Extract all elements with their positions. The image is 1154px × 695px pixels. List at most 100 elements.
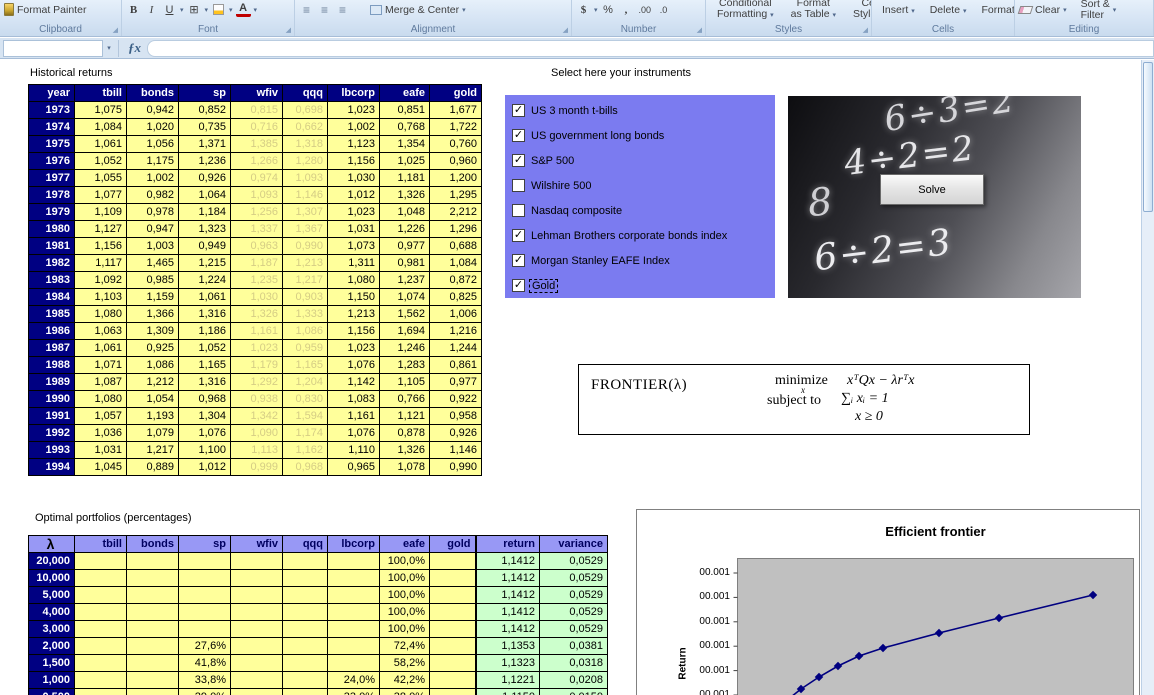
weight-cell[interactable] bbox=[430, 638, 476, 655]
column-header-year[interactable]: year bbox=[29, 85, 75, 102]
year-cell[interactable]: 1978 bbox=[29, 187, 75, 204]
data-cell[interactable]: 0,766 bbox=[380, 391, 430, 408]
data-cell[interactable]: 1,323 bbox=[179, 221, 231, 238]
data-cell[interactable]: 0,974 bbox=[231, 170, 283, 187]
data-cell[interactable]: 0,978 bbox=[127, 204, 179, 221]
instrument-item-nasdaq-composite[interactable]: Nasdaq composite bbox=[505, 198, 775, 223]
efficient-frontier-chart[interactable]: Efficient frontier Return 00.00100.00100… bbox=[636, 509, 1140, 695]
data-cell[interactable]: 0,925 bbox=[127, 340, 179, 357]
data-cell[interactable]: 0,760 bbox=[430, 136, 482, 153]
weight-cell[interactable] bbox=[127, 553, 179, 570]
data-cell[interactable]: 1,161 bbox=[328, 408, 380, 425]
data-cell[interactable]: 1,295 bbox=[430, 187, 482, 204]
data-cell[interactable]: 1,193 bbox=[127, 408, 179, 425]
align-center-icon[interactable]: ≡ bbox=[317, 1, 332, 18]
data-cell[interactable]: 1,045 bbox=[75, 459, 127, 476]
result-cell[interactable]: 1,1412 bbox=[476, 553, 540, 570]
data-cell[interactable]: 0,851 bbox=[380, 102, 430, 119]
data-cell[interactable]: 1,256 bbox=[231, 204, 283, 221]
data-cell[interactable]: 1,142 bbox=[328, 374, 380, 391]
borders-button[interactable]: ⊞ bbox=[187, 1, 202, 18]
data-cell[interactable]: 1,235 bbox=[231, 272, 283, 289]
data-cell[interactable]: 1,061 bbox=[179, 289, 231, 306]
weight-cell[interactable] bbox=[127, 587, 179, 604]
weight-cell[interactable] bbox=[283, 672, 328, 689]
weight-cell[interactable] bbox=[127, 570, 179, 587]
data-cell[interactable]: 1,093 bbox=[283, 170, 328, 187]
data-cell[interactable]: 1,123 bbox=[328, 136, 380, 153]
data-cell[interactable]: 1,086 bbox=[283, 323, 328, 340]
weight-cell[interactable] bbox=[283, 655, 328, 672]
weight-cell[interactable] bbox=[430, 655, 476, 672]
data-cell[interactable]: 1,307 bbox=[283, 204, 328, 221]
data-cell[interactable]: 0,999 bbox=[231, 459, 283, 476]
sort-filter-dropdown-icon[interactable]: ▾ bbox=[1113, 6, 1117, 14]
year-cell[interactable]: 1982 bbox=[29, 255, 75, 272]
data-cell[interactable]: 1,694 bbox=[380, 323, 430, 340]
data-cell[interactable]: 0,947 bbox=[127, 221, 179, 238]
year-cell[interactable]: 1985 bbox=[29, 306, 75, 323]
weight-cell[interactable] bbox=[231, 604, 283, 621]
data-cell[interactable]: 1,077 bbox=[75, 187, 127, 204]
data-cell[interactable]: 1,023 bbox=[231, 340, 283, 357]
data-cell[interactable]: 1,594 bbox=[283, 408, 328, 425]
data-cell[interactable]: 1,161 bbox=[231, 323, 283, 340]
styles-dialog-launcher-icon[interactable]: ◢ bbox=[863, 26, 868, 35]
data-cell[interactable]: 1,165 bbox=[179, 357, 231, 374]
accounting-format-button[interactable]: $ bbox=[576, 1, 591, 18]
data-cell[interactable]: 0,926 bbox=[179, 170, 231, 187]
weight-cell[interactable] bbox=[231, 672, 283, 689]
data-cell[interactable]: 1,146 bbox=[283, 187, 328, 204]
data-cell[interactable]: 1,030 bbox=[231, 289, 283, 306]
data-cell[interactable]: 1,117 bbox=[75, 255, 127, 272]
instrument-item-us-3-month-t-bills[interactable]: ✓US 3 month t-bills bbox=[505, 98, 775, 123]
checkbox-wilshire-500[interactable] bbox=[512, 179, 525, 192]
weight-cell[interactable] bbox=[231, 553, 283, 570]
weight-cell[interactable] bbox=[430, 689, 476, 695]
data-cell[interactable]: 1,371 bbox=[179, 136, 231, 153]
data-cell[interactable]: 0,735 bbox=[179, 119, 231, 136]
year-cell[interactable]: 1984 bbox=[29, 289, 75, 306]
data-cell[interactable]: 1,084 bbox=[75, 119, 127, 136]
ribbon-button-delete[interactable]: Delete ▾ bbox=[924, 4, 973, 16]
year-cell[interactable]: 1989 bbox=[29, 374, 75, 391]
data-cell[interactable]: 1,048 bbox=[380, 204, 430, 221]
data-cell[interactable]: 0,938 bbox=[231, 391, 283, 408]
result-cell[interactable]: 0,0529 bbox=[540, 587, 608, 604]
data-cell[interactable]: 0,965 bbox=[328, 459, 380, 476]
data-cell[interactable]: 1,076 bbox=[179, 425, 231, 442]
weight-cell[interactable] bbox=[328, 570, 380, 587]
weight-cell[interactable] bbox=[231, 689, 283, 695]
accounting-dropdown-icon[interactable]: ▾ bbox=[594, 6, 598, 14]
data-cell[interactable]: 1,159 bbox=[127, 289, 179, 306]
year-cell[interactable]: 1981 bbox=[29, 238, 75, 255]
result-cell[interactable]: 1,1150 bbox=[476, 689, 540, 695]
font-color-dropdown-icon[interactable]: ▾ bbox=[254, 6, 258, 14]
result-cell[interactable]: 1,1221 bbox=[476, 672, 540, 689]
font-dialog-launcher-icon[interactable]: ◢ bbox=[286, 26, 291, 35]
year-cell[interactable]: 1992 bbox=[29, 425, 75, 442]
data-cell[interactable]: 2,212 bbox=[430, 204, 482, 221]
data-cell[interactable]: 1,280 bbox=[283, 153, 328, 170]
lambda-cell[interactable]: 1,500 bbox=[29, 655, 75, 672]
instrument-item-lehman-brothers-corporate-bonds-index[interactable]: ✓Lehman Brothers corporate bonds index bbox=[505, 223, 775, 248]
data-cell[interactable]: 0,990 bbox=[283, 238, 328, 255]
weight-cell[interactable]: 100,0% bbox=[380, 587, 430, 604]
data-cell[interactable]: 1,366 bbox=[127, 306, 179, 323]
checkbox-us-government-long-bonds[interactable]: ✓ bbox=[512, 129, 525, 142]
data-cell[interactable]: 1,073 bbox=[328, 238, 380, 255]
data-cell[interactable]: 1,266 bbox=[231, 153, 283, 170]
data-cell[interactable]: 0,688 bbox=[430, 238, 482, 255]
comma-style-button[interactable]: , bbox=[619, 1, 634, 18]
ribbon-button-formatting[interactable]: ConditionalFormatting ▾ bbox=[710, 0, 781, 21]
data-cell[interactable]: 1,109 bbox=[75, 204, 127, 221]
column-header-qqq[interactable]: qqq bbox=[283, 536, 328, 553]
column-header-eafe[interactable]: eafe bbox=[380, 536, 430, 553]
column-header-lbcorp[interactable]: lbcorp bbox=[328, 536, 380, 553]
align-right-icon[interactable]: ≡ bbox=[335, 1, 350, 18]
weight-cell[interactable] bbox=[328, 638, 380, 655]
weight-cell[interactable]: 100,0% bbox=[380, 621, 430, 638]
column-header-sp[interactable]: sp bbox=[179, 85, 231, 102]
data-cell[interactable]: 1,110 bbox=[328, 442, 380, 459]
weight-cell[interactable] bbox=[231, 587, 283, 604]
